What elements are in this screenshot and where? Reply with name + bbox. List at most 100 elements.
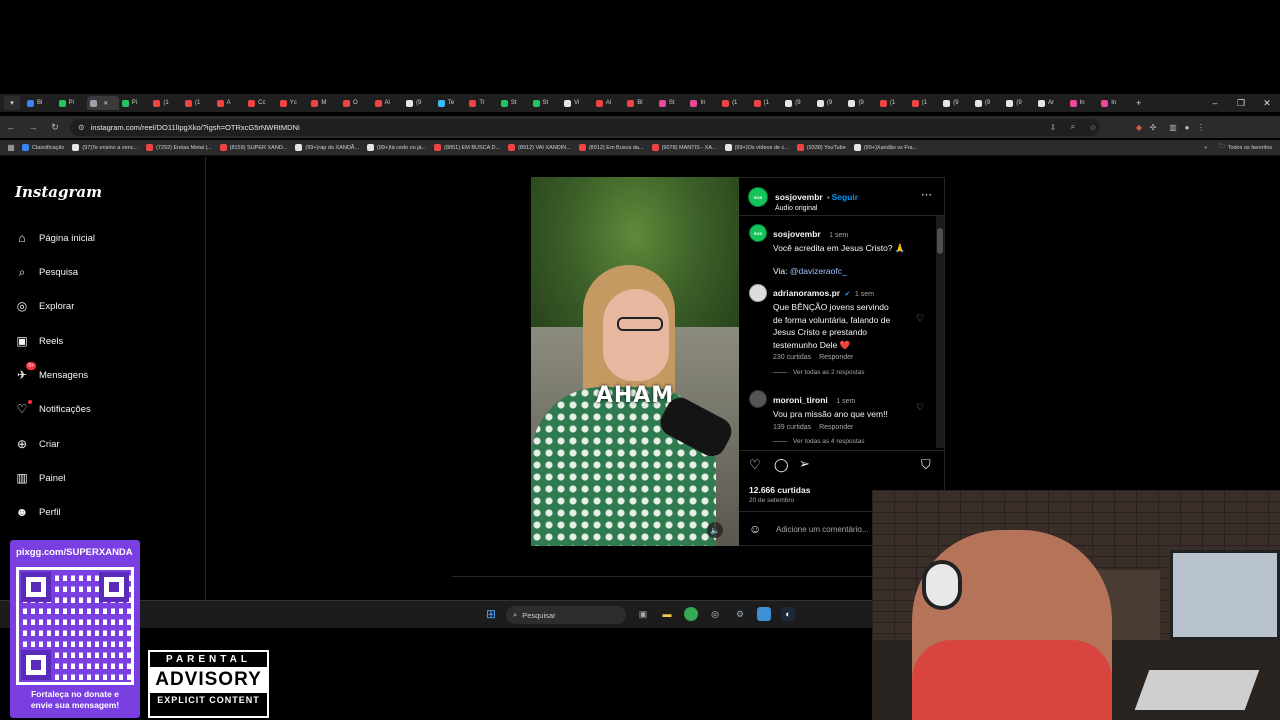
browser-tab[interactable]: Ar xyxy=(1035,96,1067,110)
windows-start-icon[interactable]: ⊞ xyxy=(484,607,498,621)
url-bar[interactable]: ⚙ instagram.com/reel/DO11lIpgXko/?igsh=O… xyxy=(70,118,1100,136)
sidebar-item-heart[interactable]: ♡ Notificações xyxy=(14,400,91,417)
browser-tab[interactable]: Bl xyxy=(24,96,56,110)
commenter-avatar[interactable] xyxy=(749,390,767,408)
post-author[interactable]: sosjovembr xyxy=(773,229,821,239)
browser-tab[interactable]: (9 xyxy=(403,96,435,110)
browser-menu-icon[interactable]: ⋮ xyxy=(1194,123,1208,132)
paint-app-icon[interactable] xyxy=(757,607,771,621)
back-button[interactable]: ← xyxy=(0,122,22,132)
minimize-button[interactable]: – xyxy=(1202,98,1228,108)
emoji-icon[interactable]: ☺ xyxy=(749,522,761,536)
comment-icon[interactable]: ◯ xyxy=(774,457,789,473)
view-replies-button[interactable]: Ver todas as 2 respostas xyxy=(773,369,865,376)
chrome-icon[interactable] xyxy=(684,607,698,621)
browser-tab[interactable]: In xyxy=(687,96,719,110)
browser-tab[interactable]: St xyxy=(498,96,530,110)
bookmark-item[interactable]: (9078) MANTIS - XA... xyxy=(651,144,717,151)
task-view-icon[interactable]: ▣ xyxy=(636,607,650,621)
audio-label[interactable]: Áudio original xyxy=(775,205,858,212)
extension-icon[interactable]: ◆ xyxy=(1132,123,1146,132)
sidebar-item-home[interactable]: ⌂ Página inicial xyxy=(14,230,95,246)
bookmark-item[interactable]: (8851) EM BUSCA D... xyxy=(434,144,500,151)
sidebar-item-compass[interactable]: ◎ Explorar xyxy=(14,298,75,314)
close-tab-icon[interactable]: ✕ xyxy=(103,100,108,107)
browser-tab[interactable]: (9 xyxy=(940,96,972,110)
all-bookmarks-folder[interactable]: 🗀 Todos os favoritos xyxy=(1219,143,1272,152)
sidebar-item-reels[interactable]: ▣ Reels xyxy=(14,333,63,349)
save-bookmark-icon[interactable]: ⛉ xyxy=(921,457,931,473)
bookmark-item[interactable]: Classificação xyxy=(22,144,64,151)
bookmark-item[interactable]: (8159) SUPER XAND... xyxy=(219,144,287,151)
taskbar-search[interactable]: ⌕ Pesquisar xyxy=(506,606,626,624)
new-tab-button[interactable]: + xyxy=(1130,98,1148,108)
bookmark-item[interactable]: (99+)tá cedo ou já... xyxy=(367,144,426,151)
zoom-icon[interactable]: ⌕ xyxy=(1066,122,1080,132)
sidebar-toggle-icon[interactable]: ▥ xyxy=(1166,123,1180,132)
bookmark-item[interactable]: (9338) YouTube xyxy=(796,144,846,151)
browser-tab[interactable]: (9 xyxy=(845,96,877,110)
browser-tab[interactable]: Cc xyxy=(245,96,277,110)
bookmark-item[interactable]: (97)Te ensino a venc... xyxy=(72,144,138,151)
comment-likes[interactable]: 230 curtidas xyxy=(773,354,811,361)
more-bookmarks-icon[interactable]: » xyxy=(1204,145,1207,151)
comment-author[interactable]: moroni_tironi xyxy=(773,395,828,405)
close-window-button[interactable]: ✕ xyxy=(1254,98,1280,109)
comment-author[interactable]: adrianoramos.pr xyxy=(773,288,840,298)
browser-tab[interactable]: Te xyxy=(435,96,467,110)
comments-scrollbar[interactable] xyxy=(936,216,944,448)
extensions-puzzle-icon[interactable]: ✣ xyxy=(1146,123,1160,132)
bookmark-item[interactable]: (99+)Xandão vs Fra... xyxy=(853,144,917,151)
reel-video[interactable]: AHAM 🔈 xyxy=(531,177,739,546)
reply-button[interactable]: Responder xyxy=(819,424,853,431)
browser-tab[interactable]: O xyxy=(340,96,372,110)
settings-gear-icon[interactable]: ⚙ xyxy=(733,607,747,621)
sidebar-item-search[interactable]: ⌕ Pesquisa xyxy=(14,264,78,280)
site-info-icon[interactable]: ⚙ xyxy=(78,123,85,132)
commenter-avatar[interactable] xyxy=(749,284,767,302)
browser-tab[interactable]: Bl xyxy=(624,96,656,110)
share-icon[interactable]: ➢ xyxy=(799,456,810,472)
profile-avatar-icon[interactable]: ● xyxy=(1180,123,1194,132)
browser-tab[interactable]: In xyxy=(1098,96,1130,110)
reply-button[interactable]: Responder xyxy=(819,354,853,361)
browser-tab[interactable]: (9 xyxy=(1003,96,1035,110)
browser-tab[interactable]: Al xyxy=(593,96,625,110)
app-icon[interactable]: ◎ xyxy=(708,607,722,621)
owner-username[interactable]: sosjovembr xyxy=(775,192,823,202)
comment-like-heart-icon[interactable]: ♡ xyxy=(916,402,924,413)
browser-tab[interactable]: St xyxy=(656,96,688,110)
reload-button[interactable]: ↻ xyxy=(44,122,66,133)
browser-tab[interactable]: Pi xyxy=(56,96,88,110)
browser-tab[interactable]: (9 xyxy=(782,96,814,110)
via-link[interactable]: @davizeraofc_ xyxy=(790,266,847,276)
bookmark-item[interactable]: (99+)rap do XANDÃ... xyxy=(295,144,359,151)
bookmark-item[interactable]: (8912) Em Busca da... xyxy=(578,144,644,151)
follow-button[interactable]: Seguir xyxy=(832,192,858,202)
browser-tab[interactable]: Tr xyxy=(466,96,498,110)
view-replies-button[interactable]: Ver todas as 4 respostas xyxy=(773,438,865,445)
browser-tab[interactable]: (1 xyxy=(719,96,751,110)
browser-tab[interactable]: Al xyxy=(372,96,404,110)
browser-tab[interactable]: St xyxy=(530,96,562,110)
comment-likes[interactable]: 139 curtidas xyxy=(773,424,811,431)
file-explorer-icon[interactable]: ▬ xyxy=(660,607,674,621)
forward-button[interactable]: → xyxy=(22,122,44,132)
comment-like-heart-icon[interactable]: ♡ xyxy=(916,313,924,324)
browser-tab[interactable]: Vi xyxy=(561,96,593,110)
bookmark-item[interactable]: (8912) VAI XANDIN... xyxy=(508,144,571,151)
more-options-icon[interactable]: ⋯ xyxy=(921,188,932,201)
tab-search-button[interactable]: ▾ xyxy=(4,96,20,110)
browser-tab[interactable]: (9 xyxy=(972,96,1004,110)
sidebar-item-plus[interactable]: ⊕ Criar xyxy=(14,436,60,452)
maximize-button[interactable]: ❐ xyxy=(1228,98,1254,109)
browser-tab[interactable]: (1 xyxy=(751,96,783,110)
browser-tab[interactable]: ✕ xyxy=(87,96,119,110)
bookmark-item[interactable]: (99+)Os vídeos de c... xyxy=(724,144,789,151)
browser-tab[interactable]: (1 xyxy=(909,96,941,110)
browser-tab[interactable]: (1 xyxy=(182,96,214,110)
owner-avatar[interactable]: SOS xyxy=(748,187,768,207)
browser-tab[interactable]: (1 xyxy=(150,96,182,110)
install-app-icon[interactable]: ⇩ xyxy=(1046,123,1060,132)
sidebar-item-messenger[interactable]: ✈ 9+ Mensagens xyxy=(14,362,88,383)
